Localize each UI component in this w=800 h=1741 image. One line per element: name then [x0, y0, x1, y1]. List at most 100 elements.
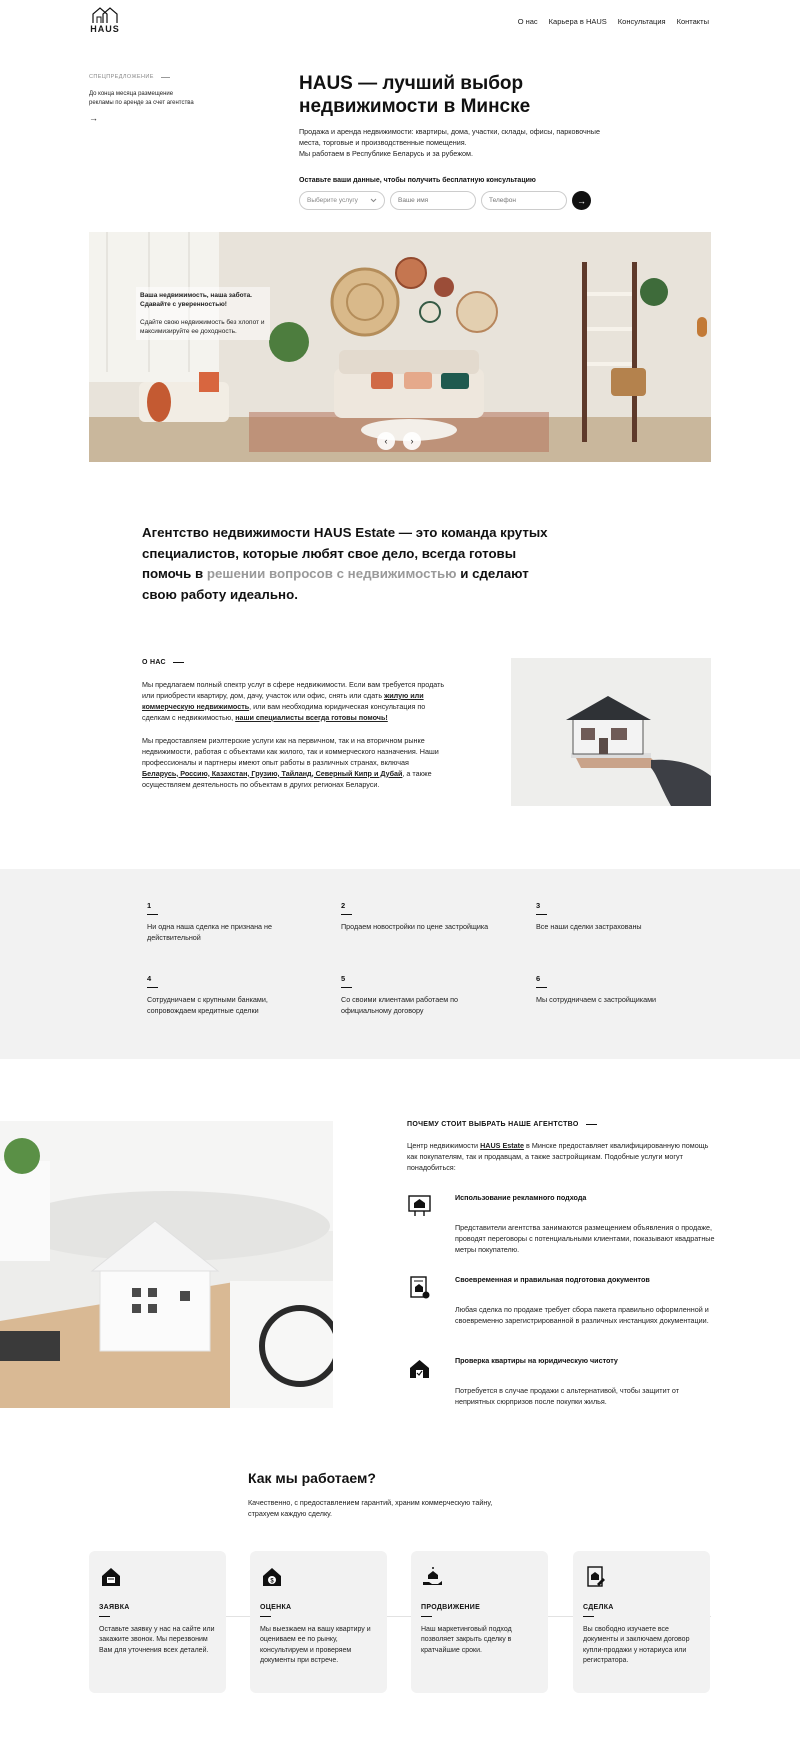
- about-text: Мы предлагаем полный спектр услуг в сфер…: [142, 680, 447, 802]
- why-item-title: Использование рекламного подхода: [455, 1193, 587, 1202]
- site-header: HAUS О нас Карьера в HAUS Консультация К…: [0, 0, 800, 44]
- divider: [160, 77, 170, 79]
- why-item-title: Своевременная и правильная подготовка до…: [455, 1275, 650, 1284]
- feature-number: 4: [147, 974, 152, 983]
- divider: [583, 1616, 594, 1617]
- divider: [536, 914, 547, 916]
- divider: [260, 1616, 271, 1617]
- feature-text: Продаем новостройки по цене застройщика: [341, 922, 489, 932]
- hero-desc-line: Мы работаем в Республике Беларусь и за р…: [299, 148, 473, 158]
- promo-label-text: СПЕЦПРЕДЛОЖЕНИЕ: [89, 74, 154, 80]
- feature-number: 5: [341, 974, 346, 983]
- specialists-link[interactable]: наши специалисты всегда готовы помочь!: [235, 713, 388, 722]
- promo-label: СПЕЦПРЕДЛОЖЕНИЕ: [89, 74, 199, 82]
- feature-item: 4 Сотрудничаем с крупными банками, сопро…: [147, 973, 307, 1017]
- text: Мы предоставляем риэлтерские услуги как …: [142, 735, 439, 767]
- step-title: ПРОДВИЖЕНИЕ: [421, 1604, 481, 1611]
- nav-contacts[interactable]: Контакты: [677, 17, 709, 26]
- feature-text: Мы сотрудничаем с застройщиками: [536, 995, 657, 1005]
- nav-about[interactable]: О нас: [518, 17, 538, 26]
- about-paragraph: Мы предлагаем полный спектр услуг в сфер…: [142, 680, 447, 724]
- arrow-right-icon[interactable]: →: [89, 112, 199, 125]
- hero-promo-card: Ваша недвижимость, наша забота. Сдавайте…: [136, 287, 270, 341]
- house-model-illustration: [0, 1121, 333, 1408]
- why-item-desc: Представители агентства занимаются разме…: [455, 1223, 715, 1254]
- step-text: Оставьте заявку у нас на сайте или закаж…: [99, 1626, 215, 1654]
- divider: [536, 987, 547, 989]
- divider: [99, 1616, 110, 1617]
- hero-description: Продажа и аренда недвижимости: квартиры,…: [299, 127, 609, 159]
- service-select-placeholder: Выберите услугу: [307, 197, 358, 204]
- feature-number: 2: [341, 901, 346, 910]
- house-on-hand-illustration: [511, 658, 711, 806]
- feature-item: 6 Мы сотрудничаем с застройщиками: [536, 973, 696, 1006]
- name-input[interactable]: [390, 191, 476, 210]
- step-text: Мы выезжаем на вашу квартиру и оцениваем…: [260, 1626, 371, 1665]
- step-title: СДЕЛКА: [583, 1604, 614, 1611]
- hero-card-text: Сдайте свою недвижимость без хлопот и ма…: [140, 319, 265, 336]
- contract-house-icon: [587, 1566, 605, 1587]
- consultation-form: Выберите услугу →: [299, 191, 591, 210]
- hero-title: HAUS — лучший выбор недвижимости в Минск…: [299, 73, 531, 117]
- phone-input[interactable]: [481, 191, 567, 210]
- step-card: СДЕЛКА Вы свободно изучаете все документ…: [573, 1551, 710, 1693]
- feature-item: 2 Продаем новостройки по цене застройщик…: [341, 900, 501, 933]
- feature-text: Со своими клиентами работаем по официаль…: [341, 995, 459, 1016]
- promo-text: До конца месяца размещение рекламы по ар…: [89, 90, 194, 106]
- why-item-title: Проверка квартиры на юридическую чистоту: [455, 1356, 618, 1365]
- chevron-down-icon: [370, 198, 377, 203]
- nav-career[interactable]: Карьера в HAUS: [549, 17, 607, 26]
- living-room-illustration: [89, 232, 711, 462]
- step-text: Наш маркетинговый подход позволяет закры…: [421, 1626, 512, 1654]
- feature-text: Сотрудничаем с крупными банками, сопрово…: [147, 995, 268, 1016]
- house-request-icon: [102, 1568, 120, 1586]
- main-nav: О нас Карьера в HAUS Консультация Контак…: [518, 17, 709, 26]
- feature-item: 3 Все наши сделки застрахованы: [536, 900, 696, 933]
- house-model-image: [0, 1121, 333, 1408]
- haus-estate-link[interactable]: HAUS Estate: [480, 1141, 524, 1150]
- house-logo-icon: [92, 7, 118, 23]
- divider: [172, 662, 184, 663]
- divider: [147, 914, 158, 916]
- house-price-icon: $: [263, 1568, 281, 1586]
- features-band: [0, 869, 800, 1059]
- feature-item: 5 Со своими клиентами работаем по официа…: [341, 973, 501, 1017]
- submit-button[interactable]: →: [572, 191, 591, 210]
- nav-consultation[interactable]: Консультация: [618, 17, 666, 26]
- step-card: ПРОДВИЖЕНИЕ Наш маркетинговый подход поз…: [411, 1551, 548, 1693]
- promo-block: СПЕЦПРЕДЛОЖЕНИЕ До конца месяца размещен…: [89, 74, 199, 125]
- divider: [341, 987, 352, 989]
- why-heading: ПОЧЕМУ СТОИТ ВЫБРАТЬ НАШЕ АГЕНТСТВО: [407, 1121, 597, 1128]
- agency-statement: Агентство недвижимости HAUS Estate — это…: [142, 523, 562, 605]
- haus-logo[interactable]: HAUS: [89, 6, 121, 34]
- house-on-hand-image: [511, 658, 711, 806]
- divider: [421, 1616, 432, 1617]
- service-select[interactable]: Выберите услугу: [299, 191, 385, 210]
- step-text: Вы свободно изучаете все документы и зак…: [583, 1626, 690, 1665]
- why-item-desc: Потребуется в случае продажи с альтернат…: [455, 1386, 680, 1406]
- consultation-form-label: Оставьте ваши данные, чтобы получить бес…: [299, 177, 536, 184]
- logo-text: HAUS: [90, 24, 120, 34]
- feature-number: 3: [536, 901, 541, 910]
- feature-number: 1: [147, 901, 152, 910]
- hand-house-icon: [423, 1567, 442, 1585]
- about-paragraph: Мы предоставляем риэлтерские услуги как …: [142, 736, 447, 791]
- about-heading-text: О НАС: [142, 659, 166, 666]
- why-heading-text: ПОЧЕМУ СТОИТ ВЫБРАТЬ НАШЕ АГЕНТСТВО: [407, 1121, 579, 1128]
- countries-link[interactable]: Беларусь, Россию, Казахстан, Грузию, Тай…: [142, 769, 402, 778]
- step-title: ЗАЯВКА: [99, 1604, 130, 1611]
- billboard-house-icon: [408, 1195, 431, 1216]
- why-lead: Центр недвижимости HAUS Estate в Минске …: [407, 1141, 717, 1173]
- feature-text: Ни одна наша сделка не признана не дейст…: [147, 922, 273, 943]
- document-house-icon: [410, 1276, 430, 1299]
- feature-text: Все наши сделки застрахованы: [536, 922, 642, 932]
- slider-next-button[interactable]: ›: [403, 432, 421, 450]
- feature-number: 6: [536, 974, 541, 983]
- statement-highlight: решении вопросов с недвижимостью: [206, 566, 457, 582]
- hero-card-title: Ваша недвижимость, наша забота. Сдавайте…: [140, 292, 252, 309]
- step-card: ЗАЯВКА Оставьте заявку у нас на сайте ил…: [89, 1551, 226, 1693]
- divider: [341, 914, 352, 916]
- feature-item: 1 Ни одна наша сделка не признана не дей…: [147, 900, 307, 944]
- step-card: $ ОЦЕНКА Мы выезжаем на вашу квартиру и …: [250, 1551, 387, 1693]
- slider-prev-button[interactable]: ‹: [377, 432, 395, 450]
